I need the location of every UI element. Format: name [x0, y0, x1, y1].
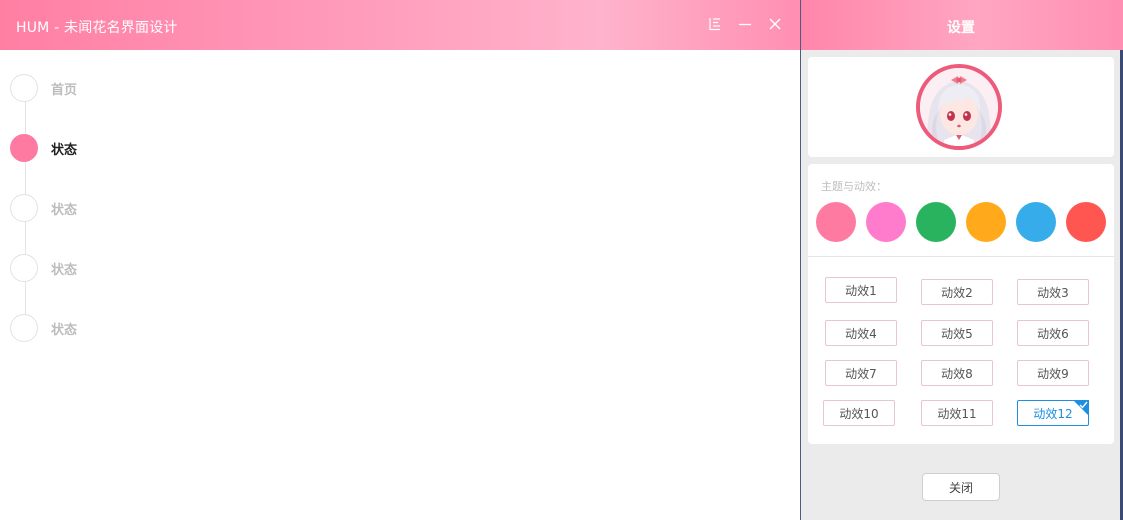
settings-title: 设置	[947, 20, 975, 36]
step-item-status-2[interactable]: 状态	[10, 192, 77, 224]
effect-button-1[interactable]: 动效1	[825, 277, 897, 303]
check-icon	[1079, 401, 1088, 409]
step-label: 状态	[51, 322, 78, 338]
settings-header: 设置	[801, 0, 1123, 50]
step-dot	[10, 314, 38, 342]
minimize-button[interactable]	[735, 14, 755, 34]
theme-swatch-blue[interactable]	[1016, 202, 1056, 242]
selected-corner	[1073, 400, 1089, 416]
close-window-button[interactable]	[765, 14, 785, 34]
effect-button-11[interactable]: 动效11	[921, 400, 993, 426]
window-title: HUM - 未闻花名界面设计	[16, 20, 178, 36]
step-label: 状态	[51, 142, 78, 158]
anime-avatar	[920, 68, 998, 146]
avatar[interactable]	[916, 64, 1002, 150]
step-label: 状态	[51, 262, 78, 278]
effect-button-10[interactable]: 动效10	[823, 400, 895, 426]
step-label: 首页	[51, 82, 78, 98]
step-timeline: 首页 状态 状态 状态 状态	[0, 50, 300, 350]
main-window: HUM - 未闻花名界面设计 首页 状态 状态 状态 状态	[0, 0, 800, 520]
theme-swatch-pink[interactable]	[816, 202, 856, 242]
theme-card: 主题与动效： 动效1 动效2 动效3 动效4 动效5 动效6 动效7 动效8 动…	[808, 164, 1114, 444]
effect-button-6[interactable]: 动效6	[1017, 320, 1089, 346]
theme-swatch-red[interactable]	[1066, 202, 1106, 242]
section-divider	[808, 256, 1114, 257]
effect-button-5[interactable]: 动效5	[921, 320, 993, 346]
close-settings-button[interactable]: 关闭	[922, 473, 1000, 501]
close-icon	[768, 17, 782, 31]
step-item-home[interactable]: 首页	[10, 72, 77, 104]
step-dot	[10, 254, 38, 282]
effect-button-4[interactable]: 动效4	[825, 320, 897, 346]
step-dot-active	[10, 134, 38, 162]
menu-icon	[708, 17, 722, 31]
theme-section-label: 主题与动效：	[821, 180, 887, 193]
effect-button-7[interactable]: 动效7	[825, 360, 897, 386]
menu-button[interactable]	[705, 14, 725, 34]
step-dot	[10, 74, 38, 102]
effect-button-2[interactable]: 动效2	[921, 279, 993, 305]
effect-button-3[interactable]: 动效3	[1017, 279, 1089, 305]
step-item-status-1[interactable]: 状态	[10, 132, 77, 164]
effect-button-12-selected[interactable]: 动效12	[1017, 400, 1089, 426]
minimize-icon	[738, 17, 752, 31]
step-item-status-3[interactable]: 状态	[10, 252, 77, 284]
title-bar: HUM - 未闻花名界面设计	[0, 0, 800, 50]
step-dot	[10, 194, 38, 222]
theme-swatch-magenta[interactable]	[866, 202, 906, 242]
effect-label: 动效12	[1033, 406, 1073, 421]
step-label: 状态	[51, 202, 78, 218]
theme-swatch-orange[interactable]	[966, 202, 1006, 242]
settings-panel: 设置 主题与动效： 动效1 动效2 动效3 动效4 动效5 动效6 动效7 动效…	[801, 0, 1123, 520]
step-item-status-4[interactable]: 状态	[10, 312, 77, 344]
avatar-card	[808, 57, 1114, 157]
effect-button-8[interactable]: 动效8	[921, 360, 993, 386]
theme-swatch-green[interactable]	[916, 202, 956, 242]
effect-button-9[interactable]: 动效9	[1017, 360, 1089, 386]
